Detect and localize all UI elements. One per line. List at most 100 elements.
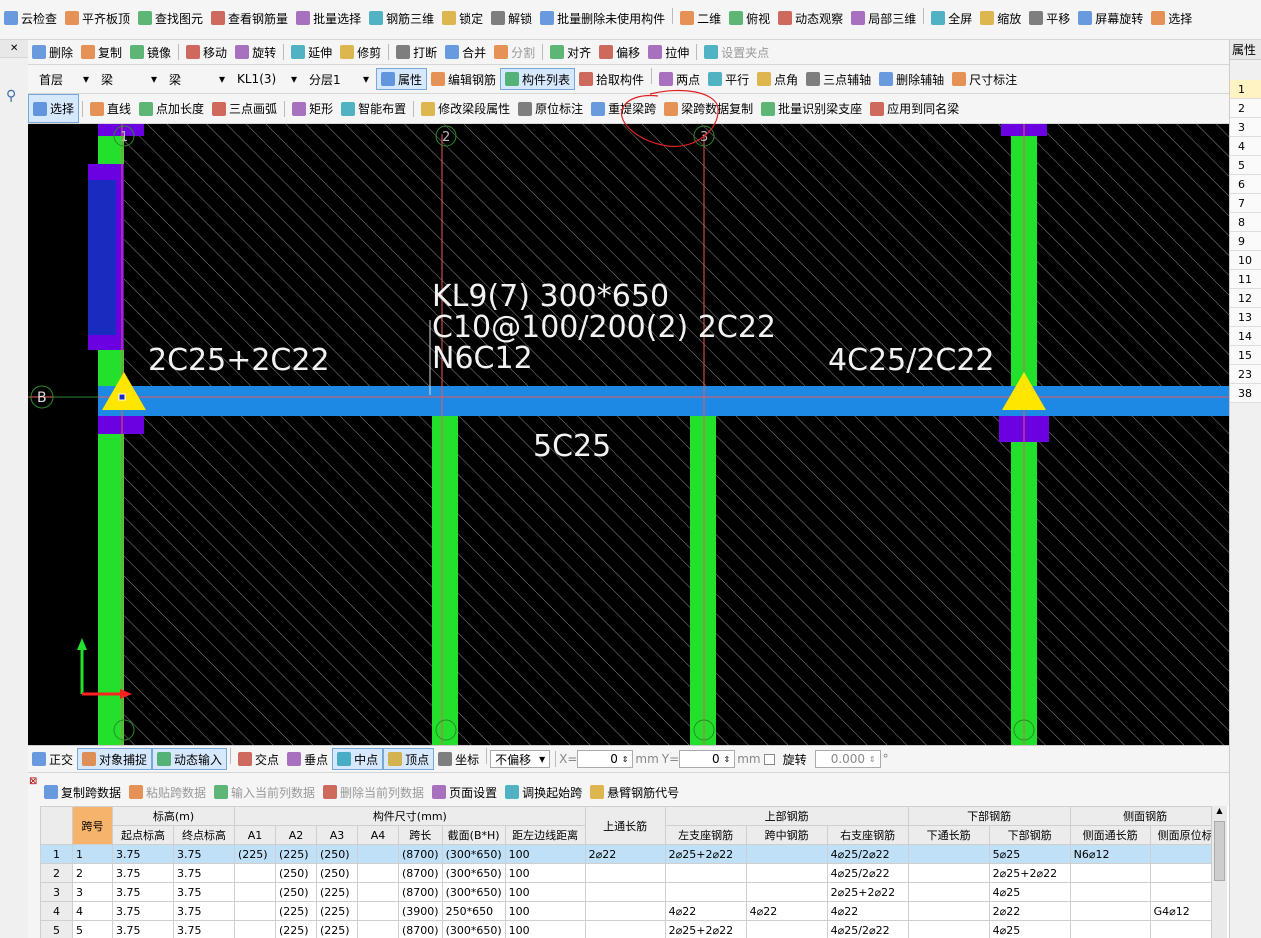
spinner-icon[interactable]: ⇕ (723, 755, 730, 764)
table-cell[interactable]: 3.75 (173, 844, 235, 864)
search-icon[interactable]: ⚲ (6, 88, 16, 104)
x-input[interactable]: 0 ⇕ (577, 750, 634, 768)
table-cell[interactable]: (225) (316, 901, 358, 921)
table-cell[interactable] (1069, 863, 1151, 883)
property-row[interactable]: 9 (1230, 232, 1261, 251)
snap-tool-5[interactable]: 中点 (332, 748, 384, 770)
bottom-rebar[interactable]: 5C25 (533, 429, 611, 464)
table-cell[interactable]: (250) (316, 844, 358, 864)
edit-tool-12[interactable]: 拉伸 (644, 40, 693, 64)
draw-tool-0[interactable]: 选择 (28, 94, 80, 123)
beam-kl9[interactable] (98, 386, 1229, 416)
component-select[interactable]: KL1(3) ▾ (232, 70, 302, 88)
table-cell[interactable]: 3.75 (112, 920, 174, 938)
column-3-left[interactable] (432, 414, 458, 745)
scroll-thumb[interactable] (1214, 821, 1225, 881)
table-cell[interactable] (234, 882, 276, 902)
table-cell[interactable] (1149, 882, 1221, 902)
table-cell[interactable] (1069, 920, 1151, 938)
table-cell[interactable]: (300*650) (441, 844, 506, 864)
table-cell[interactable]: (8700) (398, 863, 443, 883)
panel-close-icon[interactable]: ⊠ (29, 776, 37, 787)
table-cell[interactable] (357, 901, 399, 921)
table-cell[interactable]: (225) (275, 920, 317, 938)
draw-tool-7[interactable]: 原位标注 (514, 94, 587, 123)
table-cell[interactable]: 100 (504, 863, 586, 883)
table-row[interactable]: 3 3 3.75 3.75 (250) (225) (8700) (300*650) 100 2⌀… (40, 882, 1221, 902)
table-cell[interactable]: N6⌀12 (1069, 844, 1151, 864)
canvas-svg[interactable]: 1 2 3 B KL9(7) 300*650 C10@100/200(2) 2C… (28, 124, 1229, 745)
table-cell[interactable]: 4⌀22 (664, 901, 747, 921)
edit-tool-3[interactable]: 移动 (182, 40, 231, 64)
table-cell[interactable]: 3.75 (173, 920, 235, 938)
menu-item-3[interactable]: 查看钢筋量 (207, 8, 292, 28)
table-cell[interactable]: 3 (72, 882, 113, 902)
property-row[interactable]: 2 (1230, 99, 1261, 118)
table-cell[interactable] (234, 920, 276, 938)
drawing-canvas[interactable]: 1 2 3 B KL9(7) 300*650 C10@100/200(2) 2C… (28, 124, 1229, 745)
table-cell[interactable] (357, 882, 399, 902)
table-cell[interactable]: (225) (316, 882, 358, 902)
spinner-icon[interactable]: ⇕ (869, 755, 876, 764)
draw-tool-3[interactable]: 三点画弧 (208, 94, 281, 123)
draw-tool-11[interactable]: 应用到同名梁 (866, 94, 963, 123)
table-cell[interactable]: (300*650) (441, 920, 506, 938)
table-cell[interactable] (584, 863, 666, 883)
table-tool-4[interactable]: 页面设置 (428, 780, 501, 804)
layer-select[interactable]: 分层1 ▾ (304, 70, 374, 88)
table-cell[interactable]: 4⌀25 (988, 882, 1071, 902)
draw-tool-2[interactable]: 点加长度 (135, 94, 208, 123)
table-row[interactable]: 2 2 3.75 3.75 (250) (250) (8700) (300*650) 100 4⌀… (40, 863, 1221, 883)
menu-item-6[interactable]: 锁定 (438, 8, 487, 28)
component-tool-8[interactable]: 删除辅轴 (875, 68, 948, 90)
table-cell[interactable] (907, 901, 990, 921)
property-row[interactable]: 5 (1230, 156, 1261, 175)
table-cell[interactable]: 2⌀22 (584, 844, 666, 864)
y-input[interactable]: 0 ⇕ (679, 750, 736, 768)
edit-tool-2[interactable]: 镜像 (126, 40, 175, 64)
menu-item-15[interactable]: 平移 (1025, 8, 1074, 28)
left-support-rebar[interactable]: 2C25+2C22 (148, 343, 330, 378)
table-cell[interactable]: 4⌀25 (988, 920, 1071, 938)
menu-item-8[interactable]: 批量删除未使用构件 (536, 8, 669, 28)
snap-tool-2[interactable]: 动态输入 (152, 748, 228, 770)
table-cell[interactable]: (225) (275, 901, 317, 921)
spinner-icon[interactable]: ⇕ (622, 755, 629, 764)
table-cell[interactable]: 4⌀22 (745, 901, 828, 921)
property-row[interactable]: 12 (1230, 289, 1261, 308)
rotate-checkbox[interactable] (763, 753, 775, 765)
floor-select[interactable]: 首层 ▾ (34, 70, 94, 88)
menu-item-12[interactable]: 局部三维 (847, 8, 920, 28)
edit-tool-8[interactable]: 合并 (441, 40, 490, 64)
property-row[interactable]: 1 (1230, 80, 1261, 99)
table-cell[interactable]: 3.75 (112, 901, 174, 921)
table-cell[interactable] (907, 844, 990, 864)
table-cell[interactable]: 100 (504, 901, 586, 921)
menu-item-11[interactable]: 动态观察 (774, 8, 847, 28)
table-cell[interactable]: 2⌀25+2⌀22 (988, 863, 1071, 883)
table-cell[interactable] (1149, 844, 1221, 864)
menu-item-2[interactable]: 查找图元 (134, 8, 207, 28)
table-cell[interactable] (664, 882, 747, 902)
table-cell[interactable]: 100 (504, 844, 586, 864)
menu-item-13[interactable]: 全屏 (927, 8, 976, 28)
table-cell[interactable] (1149, 863, 1221, 883)
edit-tool-4[interactable]: 旋转 (231, 40, 280, 64)
table-cell[interactable]: (250) (275, 863, 317, 883)
table-cell[interactable] (745, 863, 828, 883)
table-cell[interactable] (1069, 901, 1151, 921)
table-cell[interactable]: 2⌀25+2⌀22 (664, 844, 747, 864)
property-row[interactable]: 14 (1230, 327, 1261, 346)
table-cell[interactable]: 2⌀22 (988, 901, 1071, 921)
table-tool-0[interactable]: 复制跨数据 (40, 780, 125, 804)
table-tool-1[interactable]: 粘贴跨数据 (125, 780, 210, 804)
wall-left-inner[interactable] (88, 180, 116, 335)
close-icon[interactable]: ✕ (10, 43, 18, 54)
edit-tool-10[interactable]: 对齐 (546, 40, 595, 64)
table-scrollbar[interactable]: ▲ (1211, 806, 1227, 938)
table-cell[interactable] (584, 920, 666, 938)
menu-item-7[interactable]: 解锁 (487, 8, 536, 28)
scroll-up-arrow[interactable]: ▲ (1212, 806, 1227, 815)
table-tool-3[interactable]: 删除当前列数据 (319, 780, 428, 804)
table-cell[interactable]: 2⌀25+2⌀22 (826, 882, 909, 902)
